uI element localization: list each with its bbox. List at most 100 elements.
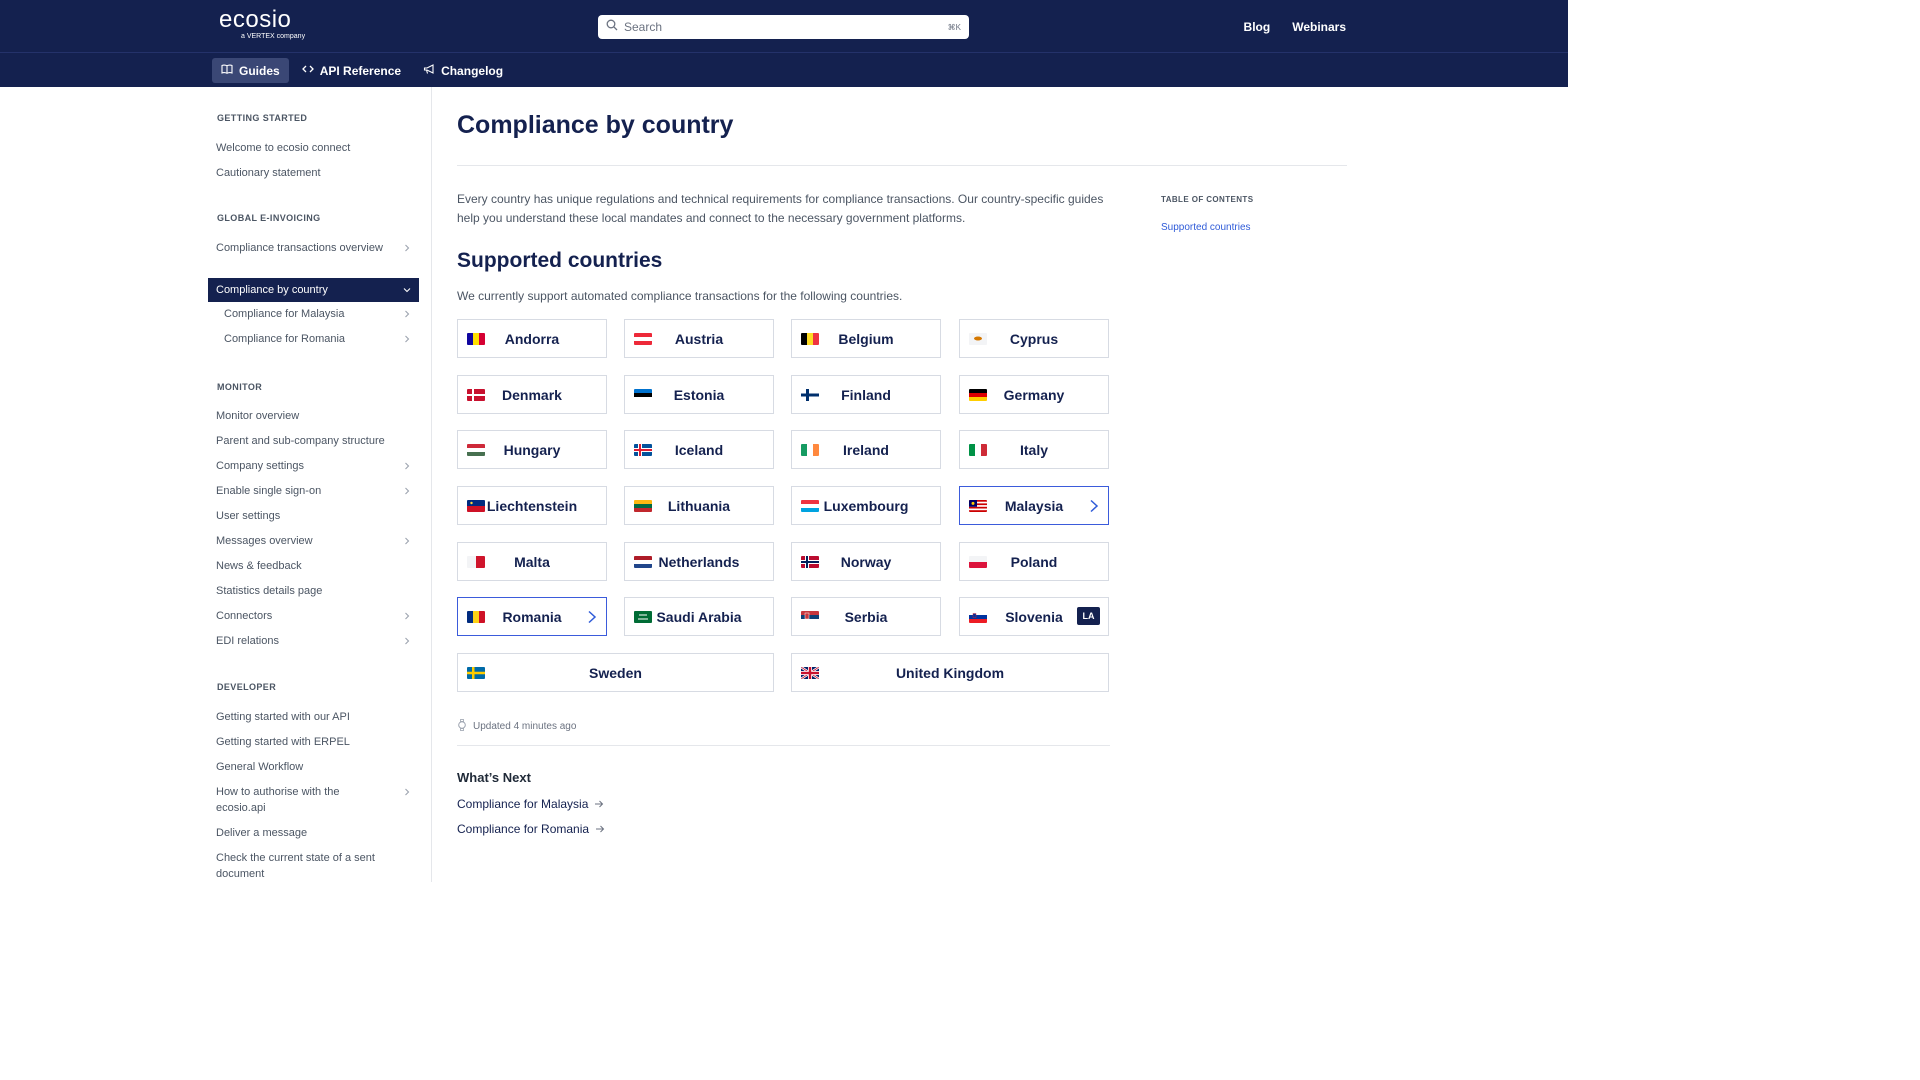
luxembourg-flag-icon xyxy=(801,500,819,512)
search-input[interactable]: Search ⌘K xyxy=(598,15,969,39)
liechtenstein-flag-icon xyxy=(467,500,485,512)
malaysia-flag-icon xyxy=(969,500,987,512)
sidebar-item-label: Compliance transactions overview xyxy=(216,242,383,254)
country-card-belgium[interactable]: Belgium xyxy=(791,319,941,358)
country-card-austria[interactable]: Austria xyxy=(624,319,774,358)
updated-text: Updated 4 minutes ago xyxy=(473,721,577,732)
sidebar-item-statistics-details[interactable]: Statistics details page xyxy=(208,583,419,599)
country-card-luxembourg[interactable]: Luxembourg xyxy=(791,486,941,525)
tab-api-reference[interactable]: API Reference xyxy=(293,58,410,83)
sidebar-item-messages-overview[interactable]: Messages overview xyxy=(208,533,419,549)
country-card-iceland[interactable]: Iceland xyxy=(624,430,774,469)
chevron-right-icon xyxy=(405,487,410,495)
country-card-estonia[interactable]: Estonia xyxy=(624,375,774,414)
country-card-malaysia[interactable]: Malaysia xyxy=(959,486,1109,525)
country-card-italy[interactable]: Italy xyxy=(959,430,1109,469)
country-card-cyprus[interactable]: Cyprus xyxy=(959,319,1109,358)
sidebar-item-compliance-malaysia[interactable]: Compliance for Malaysia xyxy=(208,306,419,322)
chevron-down-icon xyxy=(403,288,411,293)
sidebar-item-label: Cautionary statement xyxy=(216,167,321,179)
sidebar-item-user-settings[interactable]: User settings xyxy=(208,508,419,524)
romania-flag-icon xyxy=(467,611,485,623)
next-link-label: Compliance for Romania xyxy=(457,822,590,836)
country-card-ireland[interactable]: Ireland xyxy=(791,430,941,469)
chevron-right-icon xyxy=(405,637,410,645)
sidebar-item-single-sign-on[interactable]: Enable single sign-on xyxy=(208,483,419,499)
sidebar-item-api-getting-started[interactable]: Getting started with our API xyxy=(208,709,419,725)
chevron-right-icon xyxy=(405,788,410,796)
sidebar-item-compliance-by-country[interactable]: Compliance by country xyxy=(208,278,419,302)
search-placeholder: Search xyxy=(624,20,663,34)
tab-changelog[interactable]: Changelog xyxy=(414,58,512,83)
next-link-romania[interactable]: Compliance for Romania xyxy=(457,822,605,836)
sidebar-item-general-workflow[interactable]: General Workflow xyxy=(208,759,419,775)
sidebar-item-parent-sub-company[interactable]: Parent and sub-company structure xyxy=(208,433,419,449)
sidebar-item-deliver-message[interactable]: Deliver a message xyxy=(208,825,419,841)
sidebar-item-news-feedback[interactable]: News & feedback xyxy=(208,558,419,574)
country-name: United Kingdom xyxy=(895,664,1005,681)
sidebar-section-title: DEVELOPER xyxy=(217,682,277,692)
chevron-right-icon xyxy=(588,610,597,624)
sidebar-item-erpel-getting-started[interactable]: Getting started with ERPEL xyxy=(208,734,419,750)
chevron-right-icon xyxy=(405,310,410,318)
country-card-saudi-arabia[interactable]: Saudi Arabia xyxy=(624,597,774,636)
intro-paragraph: Every country has unique regulations and… xyxy=(457,192,1104,225)
cyprus-flag-icon xyxy=(969,333,987,345)
sidebar-item-monitor-overview[interactable]: Monitor overview xyxy=(208,408,419,424)
country-card-lithuania[interactable]: Lithuania xyxy=(624,486,774,525)
country-card-united-kingdom[interactable]: United Kingdom xyxy=(791,653,1109,692)
sidebar-item-company-settings[interactable]: Company settings xyxy=(208,458,419,474)
country-card-malta[interactable]: Malta xyxy=(457,542,607,581)
whats-next-heading: What’s Next xyxy=(457,770,531,785)
page-title: Compliance by country xyxy=(457,111,734,139)
country-card-denmark[interactable]: Denmark xyxy=(457,375,607,414)
saudi-arabia-flag-icon xyxy=(634,611,652,623)
sidebar-item-edi-relations[interactable]: EDI relations xyxy=(208,633,419,649)
section-nav: Guides API Reference Changelog xyxy=(0,52,1568,87)
sidebar-item-label: Compliance by country xyxy=(216,284,328,296)
sidebar-item-label: User settings xyxy=(216,510,281,522)
country-card-hungary[interactable]: Hungary xyxy=(457,430,607,469)
chevron-right-icon xyxy=(405,335,410,343)
country-card-andorra[interactable]: Andorra xyxy=(457,319,607,358)
sidebar-item-compliance-romania[interactable]: Compliance for Romania xyxy=(208,331,419,347)
country-card-finland[interactable]: Finland xyxy=(791,375,941,414)
sidebar-item-compliance-overview[interactable]: Compliance transactions overview xyxy=(208,240,419,256)
sidebar-item-welcome[interactable]: Welcome to ecosio connect xyxy=(208,140,419,156)
country-card-netherlands[interactable]: Netherlands xyxy=(624,542,774,581)
italy-flag-icon xyxy=(969,444,987,456)
chevron-right-icon xyxy=(1090,499,1099,513)
sidebar-item-check-sent-state[interactable]: Check the current state of a sent docume… xyxy=(208,850,419,882)
iceland-flag-icon xyxy=(634,444,652,456)
country-card-romania[interactable]: Romania xyxy=(457,597,607,636)
sidebar-item-label: Monitor overview xyxy=(216,410,300,422)
country-card-poland[interactable]: Poland xyxy=(959,542,1109,581)
sidebar-item-label: Deliver a message xyxy=(216,827,308,839)
sidebar-item-label: Statistics details page xyxy=(216,585,323,597)
sidebar-item-authorise-api[interactable]: How to authorise with the ecosio.api xyxy=(208,784,419,816)
sidebar-item-label: Messages overview xyxy=(216,535,313,547)
la-badge[interactable]: LA xyxy=(1077,607,1100,625)
ecosio-logo[interactable]: ecosio a VERTEX company xyxy=(219,8,305,41)
norway-flag-icon xyxy=(801,556,819,568)
toc-link-supported-countries[interactable]: Supported countries xyxy=(1161,222,1251,233)
country-card-slovenia[interactable]: Slovenia LA xyxy=(959,597,1109,636)
sidebar-item-connectors[interactable]: Connectors xyxy=(208,608,419,624)
andorra-flag-icon xyxy=(467,333,485,345)
sidebar-item-label: Check the current state of a sent docume… xyxy=(216,852,375,880)
country-card-serbia[interactable]: Serbia xyxy=(791,597,941,636)
sidebar-item-cautionary-statement[interactable]: Cautionary statement xyxy=(208,165,419,181)
tab-guides[interactable]: Guides xyxy=(212,58,289,83)
country-card-sweden[interactable]: Sweden xyxy=(457,653,774,692)
top-header: ecosio a VERTEX company Search ⌘K Blog W… xyxy=(0,0,1568,52)
united-kingdom-flag-icon xyxy=(801,667,819,679)
country-card-liechtenstein[interactable]: Liechtenstein xyxy=(457,486,607,525)
webinars-link[interactable]: Webinars xyxy=(1292,20,1346,34)
next-link-malaysia[interactable]: Compliance for Malaysia xyxy=(457,797,604,811)
country-card-norway[interactable]: Norway xyxy=(791,542,941,581)
country-card-germany[interactable]: Germany xyxy=(959,375,1109,414)
blog-link[interactable]: Blog xyxy=(1244,20,1271,34)
sidebar-item-label: Company settings xyxy=(216,460,305,472)
netherlands-flag-icon xyxy=(634,556,652,568)
book-icon xyxy=(221,63,233,78)
